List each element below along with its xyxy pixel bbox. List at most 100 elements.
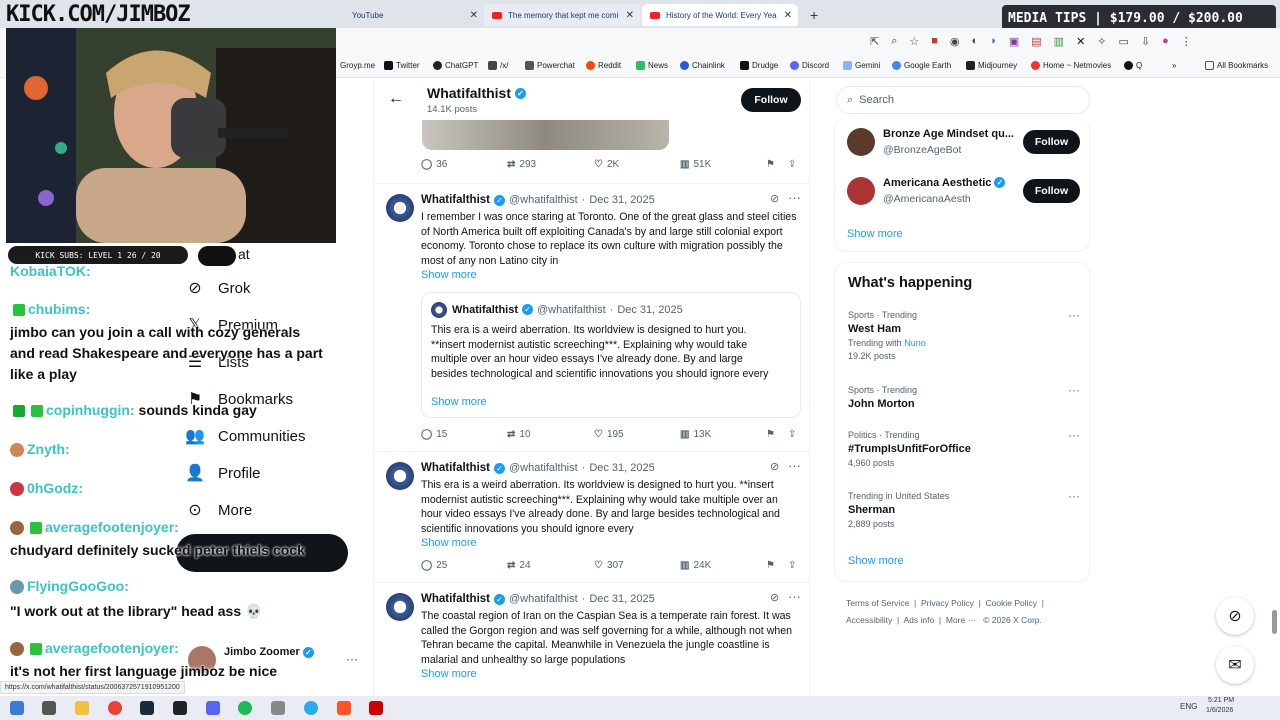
- share-button[interactable]: ⇪: [788, 560, 796, 571]
- footer-link[interactable]: Privacy Policy: [921, 598, 974, 608]
- bookmark-item[interactable]: Midjourney: [966, 61, 1017, 70]
- terminal-icon[interactable]: [173, 701, 187, 715]
- bookmark-item[interactable]: ChatGPT: [433, 61, 478, 70]
- follow-button[interactable]: Follow: [741, 88, 801, 112]
- tab-youtube[interactable]: YouTube ✕: [344, 4, 484, 26]
- show-more-link[interactable]: Show more: [848, 555, 904, 567]
- bookmark-item[interactable]: Groyp.me: [340, 61, 375, 70]
- more-icon[interactable]: ···: [1068, 489, 1080, 503]
- repost-button[interactable]: ⇄ 293: [507, 159, 536, 170]
- nav-item-profile[interactable]: 👤 Profile: [185, 464, 260, 483]
- footer-link[interactable]: Accessibility: [846, 615, 892, 625]
- menu-icon[interactable]: ⋮: [1181, 35, 1192, 48]
- show-more-link[interactable]: Show more: [847, 228, 903, 240]
- follow-button[interactable]: Follow: [1023, 179, 1080, 203]
- scrollbar-thumb[interactable]: [1272, 610, 1277, 634]
- show-more-link[interactable]: Show more: [431, 396, 487, 408]
- suggested-account[interactable]: Americana Aesthetic ✓ @AmericanaAesth Fol…: [847, 173, 1083, 209]
- telegram-icon[interactable]: [304, 701, 318, 715]
- extension-icon[interactable]: ◗: [990, 35, 997, 48]
- trend-item[interactable]: Sports · Trending John Morton ···: [848, 383, 1080, 410]
- search-input[interactable]: ⌕ Search: [836, 86, 1090, 114]
- back-arrow-icon[interactable]: ←: [388, 90, 404, 108]
- bookmark-item[interactable]: Q: [1124, 61, 1142, 70]
- app-icon[interactable]: [271, 701, 285, 715]
- install-icon[interactable]: ⇱: [870, 35, 879, 48]
- account-more-icon[interactable]: ···: [346, 652, 358, 666]
- more-icon[interactable]: ···: [788, 190, 801, 205]
- bookmark-item[interactable]: Discord: [790, 61, 829, 70]
- nav-item-more[interactable]: ⊙ More: [186, 501, 252, 520]
- tab-history[interactable]: History of the World: Every Yea ✕: [642, 4, 798, 26]
- share-button[interactable]: ⇪: [788, 159, 796, 170]
- like-button[interactable]: ♡ 2K: [594, 159, 619, 170]
- quoted-tweet[interactable]: Whatifalthist ✓ @whatifalthist · Dec 31, 202…: [421, 292, 801, 418]
- brave-icon[interactable]: [337, 701, 351, 715]
- grok-float-button[interactable]: ⊘: [1216, 597, 1254, 635]
- language-indicator[interactable]: ENG: [1180, 702, 1197, 711]
- chrome-icon[interactable]: [108, 701, 122, 715]
- show-more-link[interactable]: Show more: [421, 537, 477, 549]
- tweet-avatar[interactable]: [386, 593, 414, 621]
- grok-icon[interactable]: ⊘: [770, 460, 779, 473]
- tab-memory[interactable]: The memory that kept me comi ✕: [484, 4, 640, 26]
- sidebar-icon[interactable]: ▭: [1119, 35, 1129, 48]
- show-more-link[interactable]: Show more: [421, 668, 477, 680]
- bookmark-item[interactable]: Gemini: [843, 61, 880, 70]
- start-icon[interactable]: [10, 701, 24, 715]
- views-button[interactable]: ▥ 24K: [680, 560, 711, 571]
- nav-item-grok[interactable]: ⊘ Grok: [186, 279, 250, 298]
- bookmark-button[interactable]: ⚑: [766, 560, 775, 571]
- footer-link[interactable]: Terms of Service: [846, 598, 909, 608]
- account-switcher[interactable]: Jimbo Zoomer ✓: [224, 646, 314, 658]
- extension-icon[interactable]: ◉: [950, 35, 960, 48]
- share-button[interactable]: ⇪: [788, 429, 796, 440]
- bookmark-button[interactable]: ⚑: [766, 159, 775, 170]
- bookmark-item[interactable]: Powerchat: [525, 61, 575, 70]
- bookmark-button[interactable]: ⚑: [766, 429, 775, 440]
- reply-button[interactable]: ◯ 15: [421, 429, 447, 440]
- repost-button[interactable]: ⇄ 10: [507, 429, 531, 440]
- more-icon[interactable]: ···: [1068, 428, 1080, 442]
- profile-icon[interactable]: ●: [1162, 35, 1169, 48]
- bookmark-item[interactable]: /x/: [488, 61, 508, 70]
- tweet[interactable]: Whatifalthist ✓ @whatifalthist · Dec 31, 202…: [374, 583, 809, 700]
- more-icon[interactable]: ···: [1068, 383, 1080, 397]
- footer-link[interactable]: Cookie Policy: [986, 598, 1038, 608]
- download-icon[interactable]: ⇩: [1141, 35, 1150, 48]
- extension-icon[interactable]: ▥: [1054, 35, 1064, 48]
- tweet[interactable]: Whatifalthist ✓ @whatifalthist · Dec 31, 202…: [374, 184, 809, 452]
- nav-item-communities[interactable]: 👥 Communities: [185, 427, 305, 446]
- trend-item[interactable]: Trending in United States Sherman 2,889 …: [848, 489, 1080, 529]
- more-icon[interactable]: ···: [1068, 308, 1080, 322]
- trend-item[interactable]: Politics · Trending #TrumpIsUnfitForOffi…: [848, 428, 1080, 468]
- like-button[interactable]: ♡ 307: [594, 560, 624, 571]
- more-bookmarks-icon[interactable]: »: [1172, 61, 1176, 70]
- bookmark-item[interactable]: Chainlink: [680, 61, 725, 70]
- footer-link[interactable]: More ···: [946, 615, 976, 625]
- puzzle-icon[interactable]: ✧: [1097, 35, 1106, 48]
- file-explorer-icon[interactable]: [75, 701, 89, 715]
- reply-button[interactable]: ◯ 25: [421, 560, 447, 571]
- bookmark-item[interactable]: News: [636, 61, 668, 70]
- footer-link[interactable]: Ads info: [903, 615, 934, 625]
- clock-time[interactable]: 5:21 PM: [1208, 697, 1234, 704]
- grok-icon[interactable]: ⊘: [770, 591, 779, 604]
- repost-button[interactable]: ⇄ 24: [507, 560, 531, 571]
- bookmark-item[interactable]: Google Earth: [892, 61, 951, 70]
- extension-icon[interactable]: ◐: [972, 35, 979, 48]
- clock-date[interactable]: 1/6/2026: [1206, 707, 1233, 714]
- more-icon[interactable]: ···: [788, 589, 801, 604]
- bookmark-item[interactable]: Twitter: [384, 61, 420, 70]
- discord-icon[interactable]: [206, 701, 220, 715]
- close-tab-icon[interactable]: ✕: [784, 10, 792, 21]
- more-icon[interactable]: ···: [788, 458, 801, 473]
- star-icon[interactable]: ☆: [909, 35, 919, 48]
- views-button[interactable]: ▥ 51K: [680, 159, 711, 170]
- tweet[interactable]: Whatifalthist ✓ @whatifalthist · Dec 31, 202…: [374, 452, 809, 583]
- spotify-icon[interactable]: [238, 701, 252, 715]
- task-view-icon[interactable]: [42, 701, 56, 715]
- trend-item[interactable]: Sports · Trending West Ham Trending with…: [848, 308, 1080, 361]
- views-button[interactable]: ▥ 13K: [680, 429, 711, 440]
- reply-button[interactable]: ◯ 36: [421, 159, 447, 170]
